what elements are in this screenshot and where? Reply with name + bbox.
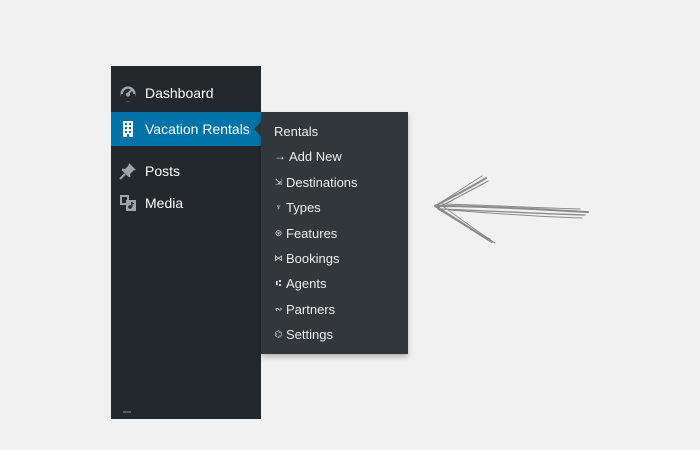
settings-icon: ⌬ [274, 328, 283, 339]
submenu-item-bookings[interactable]: ⋈ Bookings [274, 247, 339, 269]
submenu-item-label: Settings [286, 326, 333, 342]
bookings-icon: ⋈ [274, 252, 283, 263]
sketch-arrow-icon [434, 175, 589, 244]
submenu-item-rentals[interactable]: Rentals [274, 120, 318, 142]
vacation-rentals-submenu: Rentals → Add New ⇲ Destinations ♆ Types… [261, 112, 408, 354]
sidebar-item-media[interactable]: Media [111, 186, 261, 220]
submenu-item-partners[interactable]: ∾ Partners [274, 298, 335, 320]
submenu-item-label: Add New [289, 148, 342, 164]
submenu-item-types[interactable]: ♆ Types [274, 196, 321, 218]
sidebar-item-label: Dashboard [145, 85, 214, 101]
building-icon [119, 120, 137, 138]
submenu-item-agents[interactable]: ⑆ Agents [274, 272, 327, 294]
submenu-item-label: Destinations [286, 174, 358, 190]
submenu-item-label: Partners [286, 301, 336, 317]
sidebar-item-label: Posts [145, 163, 181, 179]
sidebar-collapse-mark [123, 411, 131, 413]
dashboard-icon [119, 84, 137, 102]
submenu-item-destinations[interactable]: ⇲ Destinations [274, 171, 358, 193]
types-icon: ♆ [275, 202, 282, 212]
arrow-right-icon: → [274, 149, 286, 163]
sidebar-item-label: Vacation Rentals [145, 121, 250, 137]
destinations-icon: ⇲ [274, 176, 283, 187]
sidebar-item-label: Media [145, 195, 184, 211]
sidebar-item-posts[interactable]: Posts [111, 154, 261, 188]
submenu-item-label: Features [286, 225, 338, 241]
submenu-item-label: Rentals [274, 123, 319, 139]
submenu-item-settings[interactable]: ⌬ Settings [274, 323, 333, 345]
sidebar-item-vacation-rentals[interactable]: Vacation Rentals [111, 112, 262, 146]
submenu-item-add-new[interactable]: → Add New [274, 145, 342, 167]
submenu-item-label: Bookings [286, 250, 340, 266]
media-icon [119, 194, 137, 212]
agents-icon: ⑆ [275, 278, 282, 288]
admin-sidebar: Dashboard Vacation Rentals Posts Media [111, 66, 262, 419]
partners-icon: ∾ [274, 303, 283, 314]
pin-icon [119, 162, 137, 180]
submenu-item-label: Agents [286, 275, 327, 291]
features-icon: ⊛ [274, 227, 283, 238]
submenu-item-label: Types [286, 199, 321, 215]
sidebar-item-dashboard[interactable]: Dashboard [111, 76, 261, 110]
submenu-item-features[interactable]: ⊛ Features [274, 222, 338, 244]
